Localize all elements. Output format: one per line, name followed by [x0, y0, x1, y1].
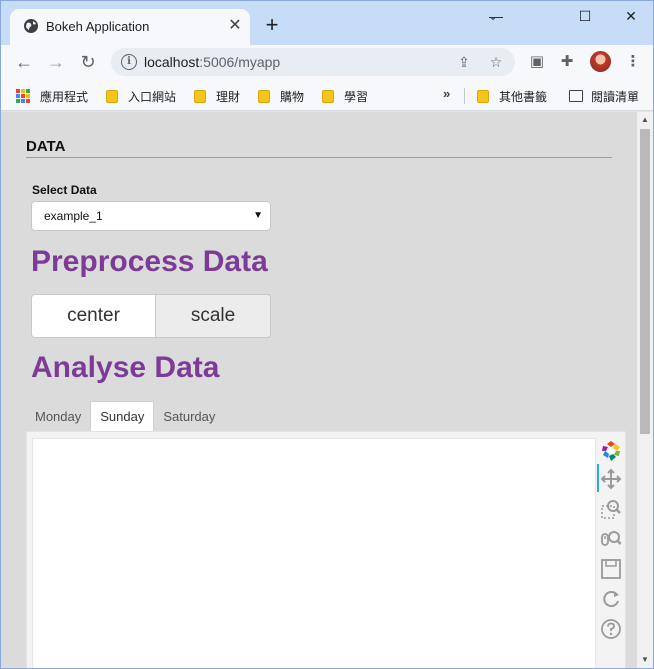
save-icon[interactable] — [600, 558, 622, 580]
forward-arrow-icon[interactable]: → — [45, 51, 67, 73]
preprocess-heading: Preprocess Data — [31, 245, 268, 278]
help-icon[interactable] — [600, 618, 622, 640]
wheel-zoom-icon[interactable] — [600, 528, 622, 550]
analyse-heading: Analyse Data — [31, 351, 220, 384]
minimize-button[interactable]: — — [481, 5, 511, 27]
bookmarks-bar: 應用程式 入口網站 理財 購物 學習 » 其他書籤 閱讀清單 — [1, 79, 653, 111]
page-content: DATA Select Data example_1 ▼ Preprocess … — [1, 112, 637, 668]
folder-icon — [106, 89, 118, 103]
tab-title: Bokeh Application — [46, 19, 150, 34]
reading-list-icon — [569, 90, 583, 102]
close-tab-icon[interactable]: ✕ — [226, 17, 244, 35]
analysis-tabs: Monday Sunday Saturday — [26, 401, 224, 431]
folder-icon — [477, 89, 489, 103]
bookmark-label: 其他書籤 — [499, 89, 548, 104]
browser-toolbar: ← → ↻ i localhost:5006/myapp ⇪ ☆ ▣ ✚ ⋮ — [1, 45, 653, 79]
bookmark-folder-portal[interactable]: 入口網站 — [106, 87, 176, 105]
site-info-icon[interactable]: i — [121, 54, 137, 70]
extensions-puzzle-icon[interactable]: ✚ — [557, 52, 577, 72]
url-text: localhost:5006/myapp — [144, 54, 281, 70]
bookmark-label: 購物 — [280, 89, 305, 104]
scroll-down-arrow-icon[interactable]: ▼ — [641, 656, 649, 664]
star-bookmark-icon[interactable]: ☆ — [487, 53, 505, 71]
preprocess-button-group: center scale — [31, 294, 271, 338]
bookmark-label: 理財 — [216, 89, 241, 104]
plot-toolbar — [597, 438, 625, 668]
section-divider — [26, 157, 612, 158]
tab-strip: Bokeh Application ✕ + ⌄ — ☐ ✕ — [1, 1, 653, 45]
globe-icon — [24, 19, 38, 33]
folder-icon — [258, 89, 270, 103]
reload-icon[interactable]: ↻ — [77, 51, 99, 73]
tab-monday[interactable]: Monday — [26, 401, 90, 431]
tab-sunday[interactable]: Sunday — [90, 401, 155, 431]
browser-window: Bokeh Application ✕ + ⌄ — ☐ ✕ ← → ↻ i lo… — [0, 0, 654, 669]
browser-tab[interactable]: Bokeh Application ✕ — [10, 9, 250, 45]
page-scrollbar[interactable]: ▲ ▼ — [637, 112, 653, 668]
bookmark-label: 學習 — [344, 89, 369, 104]
select-data-label: Select Data — [32, 183, 97, 197]
cast-icon[interactable]: ▣ — [527, 52, 547, 72]
apps-grid-icon — [16, 89, 30, 103]
bookmark-folder-learning[interactable]: 學習 — [322, 87, 368, 105]
caret-down-icon: ▼ — [253, 210, 263, 221]
active-tool-indicator — [597, 464, 599, 492]
folder-icon — [322, 89, 334, 103]
tab-saturday[interactable]: Saturday — [154, 401, 224, 431]
share-icon[interactable]: ⇪ — [455, 53, 473, 71]
bookmark-folder-other[interactable]: 其他書籤 — [477, 87, 547, 105]
bookmarks-overflow-chevron-icon[interactable]: » — [443, 86, 450, 101]
bookmark-label: 應用程式 — [40, 89, 89, 104]
scale-button[interactable]: scale — [156, 295, 270, 337]
menu-kebab-icon[interactable]: ⋮ — [623, 52, 643, 72]
scrollbar-thumb[interactable] — [640, 129, 650, 434]
maximize-button[interactable]: ☐ — [570, 5, 600, 27]
bookmarks-divider — [464, 88, 465, 104]
plot-canvas[interactable] — [32, 438, 596, 668]
window-close-button[interactable]: ✕ — [616, 5, 646, 27]
bookmark-label: 入口網站 — [128, 89, 177, 104]
back-arrow-icon[interactable]: ← — [13, 51, 35, 73]
section-title: DATA — [26, 138, 66, 155]
select-data-dropdown[interactable]: example_1 ▼ — [31, 201, 271, 231]
reset-icon[interactable] — [600, 588, 622, 610]
scroll-up-arrow-icon[interactable]: ▲ — [641, 116, 649, 124]
address-bar[interactable]: i localhost:5006/myapp ⇪ ☆ — [111, 48, 515, 76]
plot-panel — [26, 431, 626, 668]
box-zoom-icon[interactable] — [600, 498, 622, 520]
bookmark-folder-shopping[interactable]: 購物 — [258, 87, 304, 105]
bookmark-apps[interactable]: 應用程式 — [16, 87, 88, 105]
reading-list-button[interactable]: 閱讀清單 — [569, 87, 639, 105]
reading-list-label: 閱讀清單 — [591, 89, 640, 104]
center-button[interactable]: center — [32, 295, 156, 337]
new-tab-button[interactable]: + — [261, 14, 283, 37]
folder-icon — [194, 89, 206, 103]
select-data-value: example_1 — [44, 209, 103, 223]
bookmark-folder-finance[interactable]: 理財 — [194, 87, 240, 105]
pan-icon[interactable] — [600, 468, 622, 490]
profile-avatar[interactable] — [590, 51, 611, 72]
bokeh-logo-icon[interactable] — [600, 440, 622, 462]
